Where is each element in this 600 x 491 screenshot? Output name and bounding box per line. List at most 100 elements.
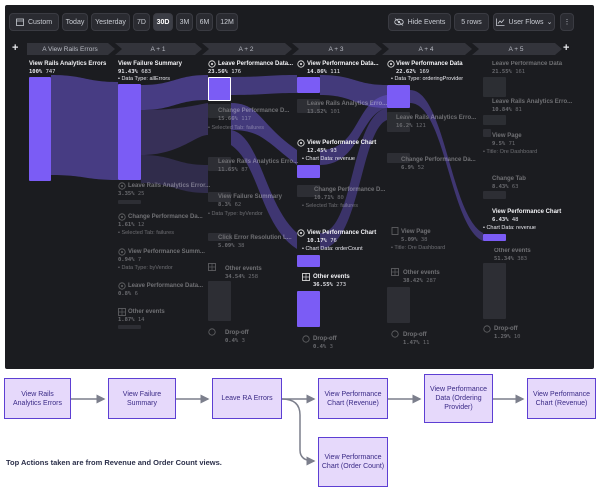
flow-box: View Rails Analytics Errors — [4, 378, 71, 419]
node-title: Change Performance D... — [218, 108, 290, 114]
node-pct: 0.4% — [313, 344, 327, 350]
node-title: Leave Performance Data... — [128, 283, 204, 289]
node-title: Leave Performance Data — [492, 61, 563, 67]
node-count: 25 — [137, 191, 145, 197]
node-stats: 5.09% 38 — [218, 243, 245, 250]
node-title: Other events — [403, 270, 440, 276]
node-pct: 21.55% — [492, 69, 512, 75]
node-title: Change Performance Da... — [128, 214, 203, 220]
flow-box: View Performance Chart (Revenue) — [318, 378, 388, 419]
node-pct: 6.43% — [492, 217, 509, 223]
node-pct: 10.84% — [492, 107, 512, 113]
node-count: 3 — [329, 344, 333, 350]
node-title: Change Tab — [492, 176, 526, 182]
node-stats: 9.5% 71 — [492, 141, 515, 148]
node-title: View Performance Chart — [307, 140, 377, 146]
node-count: 81 — [515, 107, 522, 113]
node-bar-c1-oe[interactable] — [118, 325, 141, 329]
node-title: Other events — [128, 309, 165, 315]
node-property: • Title: Ore Dashboard — [391, 245, 446, 251]
node-count: 161 — [515, 69, 526, 75]
node-pct: 8.43% — [492, 184, 509, 190]
node-title: Drop-off — [403, 332, 427, 338]
event-icon — [118, 213, 126, 221]
node-pct: 16.2% — [396, 123, 413, 129]
node-bar-c2-oe[interactable] — [208, 281, 231, 321]
node-count: 101 — [330, 109, 341, 115]
node-bar-c5-ct[interactable] — [483, 191, 506, 199]
node-pct: 38.42% — [403, 278, 423, 284]
node-property: • Selected Tab: failures — [208, 125, 264, 131]
node-bar-c3-vpc-rev[interactable] — [297, 165, 320, 178]
node-title: View Rails Analytics Errors — [29, 61, 107, 67]
node-stats: 1.87% 14 — [118, 317, 145, 324]
node-pct: 1.47% — [403, 340, 420, 346]
node-title: Leave Rails Analytics Erro... — [307, 101, 388, 107]
node-property: • Selected Tab: failures — [118, 230, 174, 236]
node-bar-c3-oe[interactable] — [297, 291, 320, 327]
node-pct: 8.3% — [218, 202, 232, 208]
node-bar-c0-root[interactable] — [29, 77, 51, 181]
node-title: Change Performance D... — [314, 187, 386, 193]
node-pct: 34.54% — [225, 274, 245, 280]
node-title: View Performance Chart — [307, 230, 377, 236]
node-stats: 10.71% 80 — [314, 195, 344, 202]
node-stats: 15.66% 117 — [218, 116, 251, 123]
node-count: 747 — [45, 69, 56, 75]
node-bar-c4-vpd[interactable] — [387, 85, 410, 108]
node-pct: 0.94% — [118, 257, 135, 263]
node-stats: 8.3% 62 — [218, 202, 241, 209]
node-title: Leave Rails Analytics Erro... — [492, 99, 573, 105]
node-title: View Performance Chart — [492, 209, 562, 215]
node-stats: 3.35% 25 — [118, 191, 145, 198]
node-pct: 15.66% — [218, 116, 238, 122]
node-property: • Data Type: byVendor — [208, 211, 263, 217]
node-stats: 10.84% 81 — [492, 107, 522, 114]
node-bar-c5-lre[interactable] — [483, 115, 506, 125]
node-count: 121 — [415, 123, 426, 129]
node-pct: 10.17% — [307, 238, 327, 244]
grid-icon — [391, 268, 399, 276]
event-icon — [118, 248, 126, 256]
node-title: Leave Rails Analytics Erro... — [218, 159, 299, 165]
node-bar-c4-oe[interactable] — [387, 287, 410, 323]
node-title: View Failure Summary — [218, 194, 282, 200]
node-count: 3 — [241, 338, 245, 344]
node-bar-c3-vpc-oc[interactable] — [297, 255, 320, 267]
node-count: 38 — [420, 237, 428, 243]
node-count: 683 — [141, 69, 152, 75]
node-stats: 0.8% 6 — [118, 291, 138, 298]
node-bar-c3-vpd[interactable] — [297, 77, 320, 93]
node-stats: 1.61% 12 — [118, 222, 145, 229]
node-title: Change Performance Da... — [401, 157, 476, 163]
node-title: Leave Rails Analytics Error... — [128, 183, 211, 189]
node-property: • Data Type: orderingProvider — [391, 76, 464, 82]
node-stats: 1.47% 11 — [403, 340, 430, 347]
node-bar-c1-fs[interactable] — [118, 84, 141, 180]
flow-box: View Performance Data (Ordering Provider… — [424, 374, 493, 423]
node-title: View Performance Summ... — [128, 249, 205, 255]
node-pct: 91.43% — [118, 69, 138, 75]
node-count: 11 — [422, 340, 430, 346]
node-pct: 5.09% — [218, 243, 235, 249]
node-stats: 34.54% 258 — [225, 274, 258, 281]
node-bar-c5-vpc[interactable] — [483, 234, 506, 241]
node-stats: 16.2% 121 — [396, 123, 426, 130]
node-count: 7 — [137, 257, 142, 263]
node-pct: 1.61% — [118, 222, 135, 228]
node-pct: 6.9% — [401, 165, 415, 171]
node-title: View Page — [401, 229, 431, 235]
node-property: • Data Type: allErrors — [118, 76, 170, 82]
node-bar-c5-lpd[interactable] — [483, 77, 506, 97]
node-bar-c2-lpd[interactable] — [208, 77, 231, 101]
node-property: • Title: Ore Dashboard — [483, 149, 538, 155]
node-bar-c1-lre[interactable] — [118, 200, 141, 204]
node-bar-c5-vp[interactable] — [483, 129, 491, 137]
node-count: 111 — [330, 69, 341, 75]
chart-event-icon — [297, 139, 305, 147]
node-count: 48 — [511, 217, 519, 223]
node-pct: 51.34% — [494, 256, 514, 262]
node-stats: 6.43% 48 — [492, 217, 519, 224]
node-pct: 12.45% — [307, 148, 327, 154]
node-bar-c5-oe[interactable] — [483, 263, 506, 319]
